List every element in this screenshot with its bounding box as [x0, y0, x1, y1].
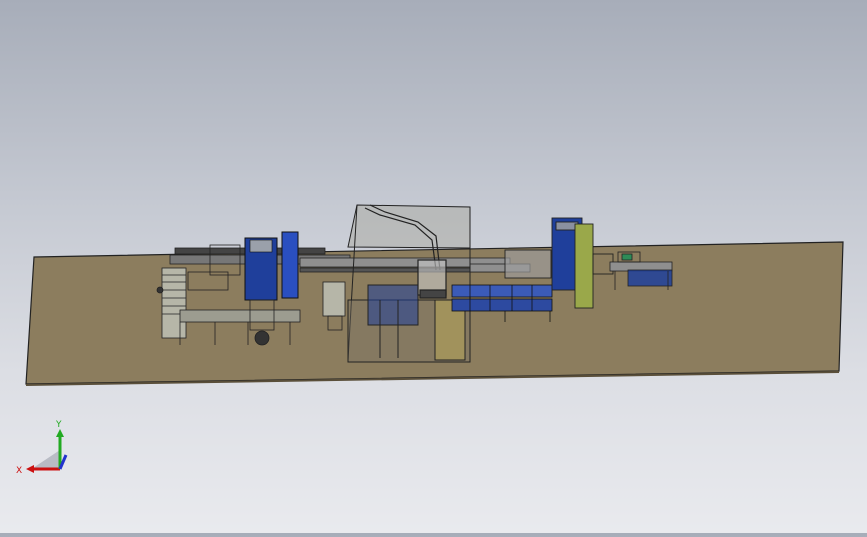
triad-svg: X Y: [16, 420, 68, 476]
triad-y-label: Y: [55, 420, 62, 430]
triad-base-shade: [30, 450, 60, 470]
coordinate-triad: X Y: [10, 415, 80, 485]
triad-x-arrow: [26, 465, 34, 473]
triad-y-arrow: [56, 429, 64, 437]
3d-model-viewport[interactable]: [0, 0, 867, 533]
assembly-scene: [25, 204, 844, 386]
triad-x-label: X: [16, 466, 22, 476]
